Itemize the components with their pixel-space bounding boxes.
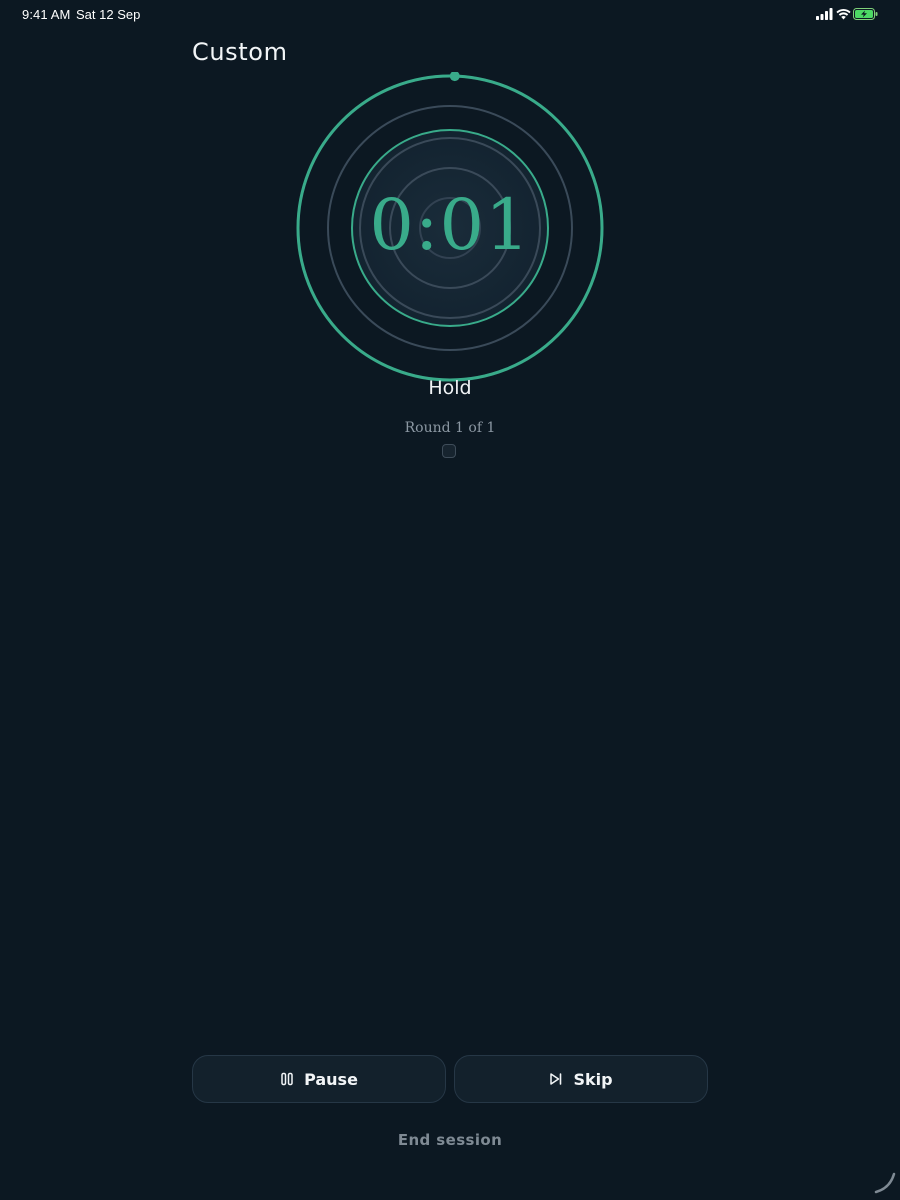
- status-icons: [816, 8, 878, 21]
- timer-display: 0:01: [369, 184, 531, 266]
- wifi-icon: [836, 8, 851, 20]
- pause-icon: [280, 1072, 294, 1086]
- round-counter: Round 1 of 1: [404, 420, 496, 436]
- pause-button[interactable]: Pause: [192, 1055, 446, 1103]
- progress-indicator-dot: [449, 72, 460, 82]
- status-bar: 9:41 AM Sat 12 Sep: [0, 0, 900, 28]
- page-title: Custom: [192, 38, 288, 66]
- skip-button[interactable]: Skip: [454, 1055, 708, 1103]
- skip-forward-icon: [549, 1072, 563, 1086]
- battery-charging-icon: [853, 8, 878, 20]
- cellular-signal-icon: [816, 8, 833, 20]
- status-time: 9:41 AM: [22, 7, 71, 22]
- skip-button-label: Skip: [573, 1069, 613, 1089]
- pause-button-label: Pause: [304, 1069, 358, 1089]
- round-indicator-dot: [442, 444, 456, 458]
- end-session-button[interactable]: End session: [350, 1131, 550, 1149]
- phase-label: Hold: [428, 377, 472, 399]
- scroll-indicator: [874, 1172, 896, 1194]
- status-date: Sat 12 Sep: [76, 7, 141, 22]
